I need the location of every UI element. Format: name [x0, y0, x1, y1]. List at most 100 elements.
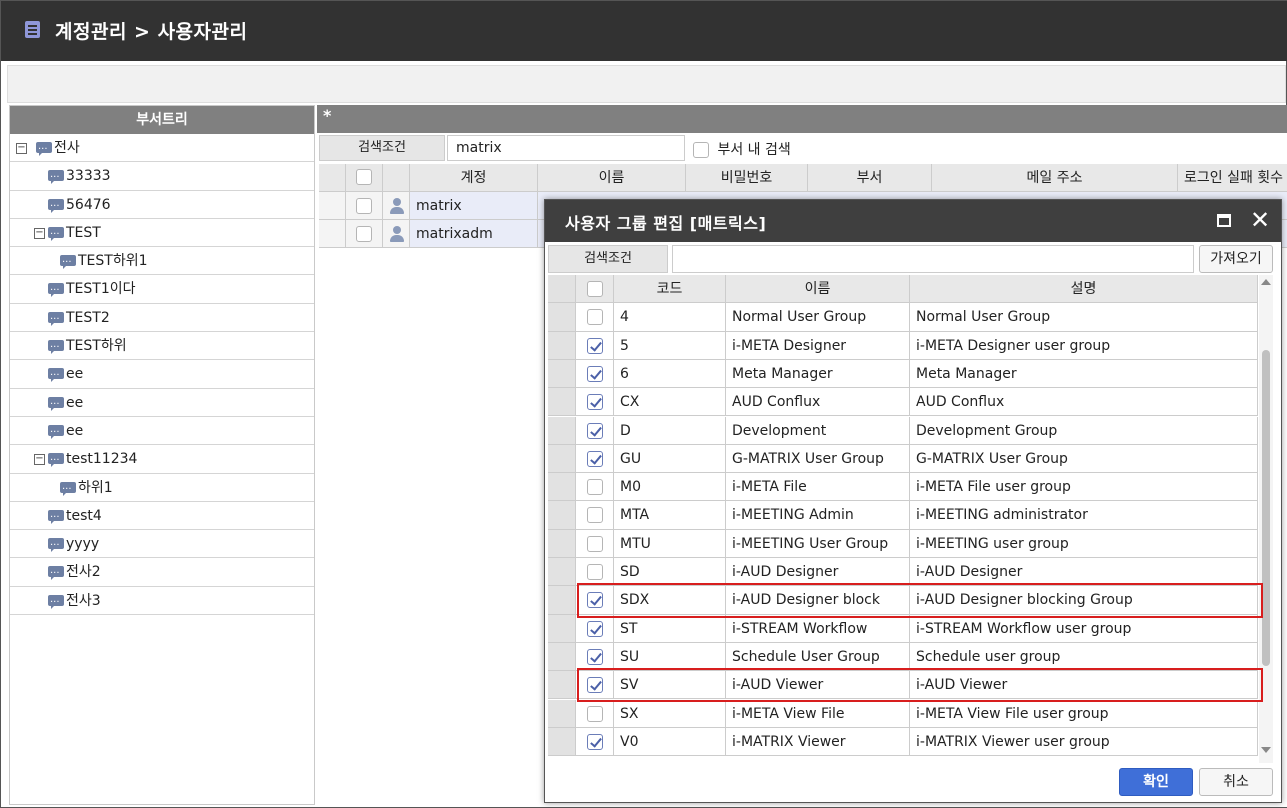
column-header-dept[interactable]: 부서: [808, 164, 932, 192]
ok-button[interactable]: 확인: [1119, 768, 1193, 796]
select-all-checkbox-cell[interactable]: [576, 275, 614, 304]
group-row[interactable]: SU Schedule User Group Schedule user group: [548, 642, 1258, 672]
group-name-cell[interactable]: i-META Designer: [726, 331, 910, 360]
tree-node[interactable]: TEST하위1: [10, 247, 314, 277]
row-checkbox[interactable]: [586, 535, 603, 552]
row-checkbox[interactable]: [356, 198, 372, 214]
group-name-cell[interactable]: Schedule User Group: [726, 642, 910, 672]
group-code-cell[interactable]: 6: [614, 359, 726, 389]
group-code-cell[interactable]: CX: [614, 388, 726, 417]
column-header-password[interactable]: 비밀번호: [686, 164, 808, 192]
row-checkbox[interactable]: [586, 648, 603, 665]
tree-node[interactable]: 전사3: [10, 587, 314, 617]
account-cell[interactable]: matrixadm: [410, 220, 538, 248]
group-name-cell[interactable]: i-META File: [726, 473, 910, 502]
group-name-cell[interactable]: G-MATRIX User Group: [726, 444, 910, 474]
group-description-cell[interactable]: i-META File user group: [910, 473, 1258, 502]
scroll-thumb[interactable]: [1262, 350, 1270, 666]
row-checkbox-cell[interactable]: [576, 614, 614, 643]
group-row[interactable]: 5 i-META Designer i-META Designer user gro…: [548, 331, 1258, 360]
group-name-cell[interactable]: Normal User Group: [726, 303, 910, 332]
group-name-cell[interactable]: i-STREAM Workflow: [726, 614, 910, 643]
group-row[interactable]: ST i-STREAM Workflow i-STREAM Workflow use…: [548, 614, 1258, 643]
tree-node[interactable]: ee: [10, 389, 314, 419]
column-header-description[interactable]: 설명: [910, 275, 1258, 304]
row-checkbox-cell[interactable]: [576, 473, 614, 502]
group-name-cell[interactable]: i-AUD Designer: [726, 558, 910, 587]
dept-search-checkbox[interactable]: [693, 142, 709, 158]
row-checkbox[interactable]: [586, 620, 603, 637]
column-header-email[interactable]: 메일 주소: [932, 164, 1178, 192]
column-header-name[interactable]: 이름: [538, 164, 686, 192]
row-checkbox-cell[interactable]: [576, 444, 614, 474]
group-description-cell[interactable]: Development Group: [910, 416, 1258, 445]
row-checkbox-cell[interactable]: [346, 220, 383, 248]
select-all-checkbox[interactable]: [586, 281, 603, 297]
group-description-cell[interactable]: G-MATRIX User Group: [910, 444, 1258, 474]
group-code-cell[interactable]: 5: [614, 331, 726, 360]
row-checkbox-cell[interactable]: [576, 558, 614, 587]
account-cell[interactable]: matrix: [410, 192, 538, 220]
scroll-down-icon[interactable]: [1261, 747, 1271, 753]
fetch-button[interactable]: 가져오기: [1199, 245, 1273, 273]
tree-node[interactable]: ee: [10, 417, 314, 447]
group-code-cell[interactable]: SU: [614, 642, 726, 672]
group-description-cell[interactable]: i-META Designer user group: [910, 331, 1258, 360]
row-checkbox-cell[interactable]: [576, 331, 614, 360]
row-checkbox[interactable]: [586, 733, 603, 750]
row-checkbox[interactable]: [586, 337, 603, 354]
tree-node[interactable]: test4: [10, 502, 314, 532]
close-icon[interactable]: ✕: [1249, 208, 1271, 232]
row-checkbox-cell[interactable]: [576, 359, 614, 389]
row-checkbox[interactable]: [586, 479, 603, 496]
row-checkbox-cell[interactable]: [576, 529, 614, 558]
group-row[interactable]: GU G-MATRIX User Group G-MATRIX User Group: [548, 444, 1258, 474]
user-search-input[interactable]: matrix: [447, 135, 685, 161]
collapse-toggle-icon[interactable]: −: [34, 454, 45, 466]
group-name-cell[interactable]: i-MEETING Admin: [726, 501, 910, 530]
group-row[interactable]: SX i-META View File i-META View File user …: [548, 699, 1258, 728]
row-checkbox-cell[interactable]: [576, 642, 614, 672]
row-checkbox-cell[interactable]: [576, 303, 614, 332]
group-description-cell[interactable]: i-STREAM Workflow user group: [910, 614, 1258, 643]
tree-node[interactable]: ee: [10, 360, 314, 390]
row-checkbox-cell[interactable]: [576, 388, 614, 417]
column-header-code[interactable]: 코드: [614, 275, 726, 304]
group-row[interactable]: MTA i-MEETING Admin i-MEETING administrato…: [548, 501, 1258, 530]
row-checkbox-cell[interactable]: [576, 699, 614, 728]
column-header-group-name[interactable]: 이름: [726, 275, 910, 304]
group-name-cell[interactable]: i-MATRIX Viewer: [726, 727, 910, 757]
group-code-cell[interactable]: MTU: [614, 529, 726, 558]
group-description-cell[interactable]: i-AUD Designer: [910, 558, 1258, 587]
collapse-toggle-icon[interactable]: −: [34, 227, 45, 239]
row-checkbox[interactable]: [586, 365, 603, 382]
row-checkbox[interactable]: [586, 507, 603, 524]
group-code-cell[interactable]: M0: [614, 473, 726, 502]
group-row[interactable]: 6 Meta Manager Meta Manager: [548, 359, 1258, 389]
group-name-cell[interactable]: AUD Conflux: [726, 388, 910, 417]
group-code-cell[interactable]: ST: [614, 614, 726, 643]
scroll-up-icon[interactable]: [1261, 279, 1271, 285]
tree-node[interactable]: 전사2: [10, 558, 314, 588]
row-checkbox[interactable]: [356, 226, 372, 242]
row-checkbox-cell[interactable]: [576, 727, 614, 757]
group-description-cell[interactable]: AUD Conflux: [910, 388, 1258, 417]
group-code-cell[interactable]: MTA: [614, 501, 726, 530]
row-checkbox[interactable]: [586, 309, 603, 326]
collapse-toggle-icon[interactable]: −: [16, 143, 27, 154]
row-checkbox-cell[interactable]: [576, 501, 614, 530]
group-name-cell[interactable]: Meta Manager: [726, 359, 910, 389]
group-code-cell[interactable]: 4: [614, 303, 726, 332]
group-row[interactable]: MTU i-MEETING User Group i-MEETING user gr…: [548, 529, 1258, 558]
group-row[interactable]: M0 i-META File i-META File user group: [548, 473, 1258, 502]
group-description-cell[interactable]: i-MEETING administrator: [910, 501, 1258, 530]
row-checkbox-cell[interactable]: [346, 192, 383, 220]
select-all-checkbox-cell[interactable]: [346, 164, 383, 192]
select-all-checkbox[interactable]: [356, 168, 372, 185]
tree-node[interactable]: TEST하위: [10, 332, 314, 362]
group-description-cell[interactable]: i-MEETING user group: [910, 529, 1258, 558]
cancel-button[interactable]: 취소: [1199, 768, 1273, 796]
column-header-account[interactable]: 계정: [410, 164, 538, 192]
row-checkbox[interactable]: [586, 450, 603, 467]
group-row[interactable]: SD i-AUD Designer i-AUD Designer: [548, 558, 1258, 587]
